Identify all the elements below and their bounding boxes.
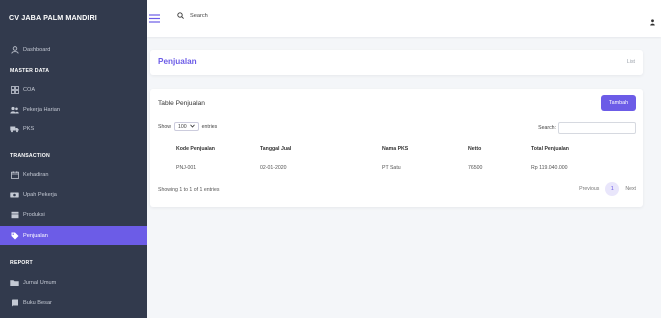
sidebar-item-label: Dashboard <box>23 46 51 53</box>
section-master-data: MASTER DATA <box>10 68 50 74</box>
grid-icon <box>10 85 19 94</box>
entries-label: entries <box>201 123 218 130</box>
table-cell: PT Satu <box>382 165 401 171</box>
sidebar-item-label: Buku Besar <box>23 299 52 306</box>
topbar: Search <box>147 0 661 37</box>
truck-icon <box>10 125 19 133</box>
user-icon <box>10 45 19 54</box>
money-icon <box>10 191 19 199</box>
column-header[interactable]: Netto <box>468 146 481 152</box>
entries-select-value: 100 <box>177 123 187 130</box>
table-cell: 76500 <box>468 165 483 171</box>
page-title: Penjualan <box>158 57 197 66</box>
table-info: Showing 1 to 1 of 1 entries <box>158 187 220 193</box>
sidebar-item-label: Penjualan <box>23 232 48 239</box>
next-button[interactable]: Next <box>625 186 636 192</box>
table-cell: PNJ-001 <box>176 165 197 171</box>
sidebar-item-label: Jurnal Umum <box>23 279 57 286</box>
page-header: Penjualan List <box>150 50 643 75</box>
sidebar-item-dashboard[interactable]: Dashboard <box>0 40 147 59</box>
table-cell: Rp 119.040.000 <box>531 165 568 171</box>
sidebar-item-penjualan[interactable]: Penjualan <box>0 226 147 245</box>
table-title: Table Penjualan <box>158 100 205 107</box>
sidebar-item-label: COA <box>23 86 36 93</box>
sidebar-item-label: Produksi <box>23 211 45 218</box>
sidebar-item-label: Upah Pekerja <box>23 191 57 198</box>
menu-toggle-icon[interactable] <box>149 11 160 23</box>
brand-title: CV JABA PALM MANDIRI <box>9 12 97 22</box>
table-search-input[interactable] <box>558 122 636 134</box>
top-search[interactable]: Search <box>177 12 208 19</box>
column-header[interactable]: Nama PKS <box>382 146 408 152</box>
user-icon[interactable] <box>650 13 655 31</box>
table-search-label: Search: <box>538 125 556 131</box>
show-label: Show <box>158 123 171 130</box>
table-search: Search: <box>538 122 636 134</box>
entries-select[interactable]: 100 <box>173 122 199 131</box>
search-icon <box>177 12 184 19</box>
calendar-icon <box>10 170 19 179</box>
sidebar-item-upah-pekerja[interactable]: Upah Pekerja <box>0 185 147 204</box>
page-1-button[interactable]: 1 <box>605 182 620 196</box>
book-icon <box>10 299 19 307</box>
column-header[interactable]: Tanggal Jual <box>260 146 291 152</box>
entries-length: Show 100 entries <box>158 122 217 131</box>
sidebar: CV JABA PALM MANDIRI Dashboard MASTER DA… <box>0 0 147 318</box>
previous-button[interactable]: Previous <box>579 186 599 192</box>
table-card: Table Penjualan Tambah Show 100 entries … <box>150 89 643 207</box>
sidebar-item-jurnal-umum[interactable]: Jurnal Umum <box>0 273 147 292</box>
sidebar-item-coa[interactable]: COA <box>0 80 147 99</box>
sidebar-item-pks[interactable]: PKS <box>0 119 147 138</box>
breadcrumb: List <box>626 59 635 65</box>
box-icon <box>10 211 19 219</box>
folder-icon <box>10 279 19 287</box>
sidebar-item-label: Pekerja Harian <box>23 106 60 113</box>
column-header[interactable]: Kode Penjualan <box>176 146 215 152</box>
users-icon <box>10 106 19 114</box>
sidebar-item-label: Kehadiran <box>23 171 49 178</box>
section-report: REPORT <box>10 260 33 266</box>
chevron-down-icon <box>189 124 195 130</box>
tag-icon <box>10 232 19 240</box>
table-cell: 02-01-2020 <box>260 165 287 171</box>
pagination: Previous 1 Next <box>579 182 636 196</box>
sidebar-item-buku-besar[interactable]: Buku Besar <box>0 293 147 312</box>
sidebar-item-pekerja-harian[interactable]: Pekerja Harian <box>0 100 147 119</box>
add-button[interactable]: Tambah <box>601 95 636 111</box>
column-header[interactable]: Total Penjualan <box>531 146 569 152</box>
sidebar-item-label: PKS <box>23 125 35 132</box>
sidebar-item-kehadiran[interactable]: Kehadiran <box>0 165 147 184</box>
section-transaction: TRANSACTION <box>10 153 50 159</box>
search-label: Search <box>190 12 208 19</box>
sidebar-item-produksi[interactable]: Produksi <box>0 205 147 224</box>
